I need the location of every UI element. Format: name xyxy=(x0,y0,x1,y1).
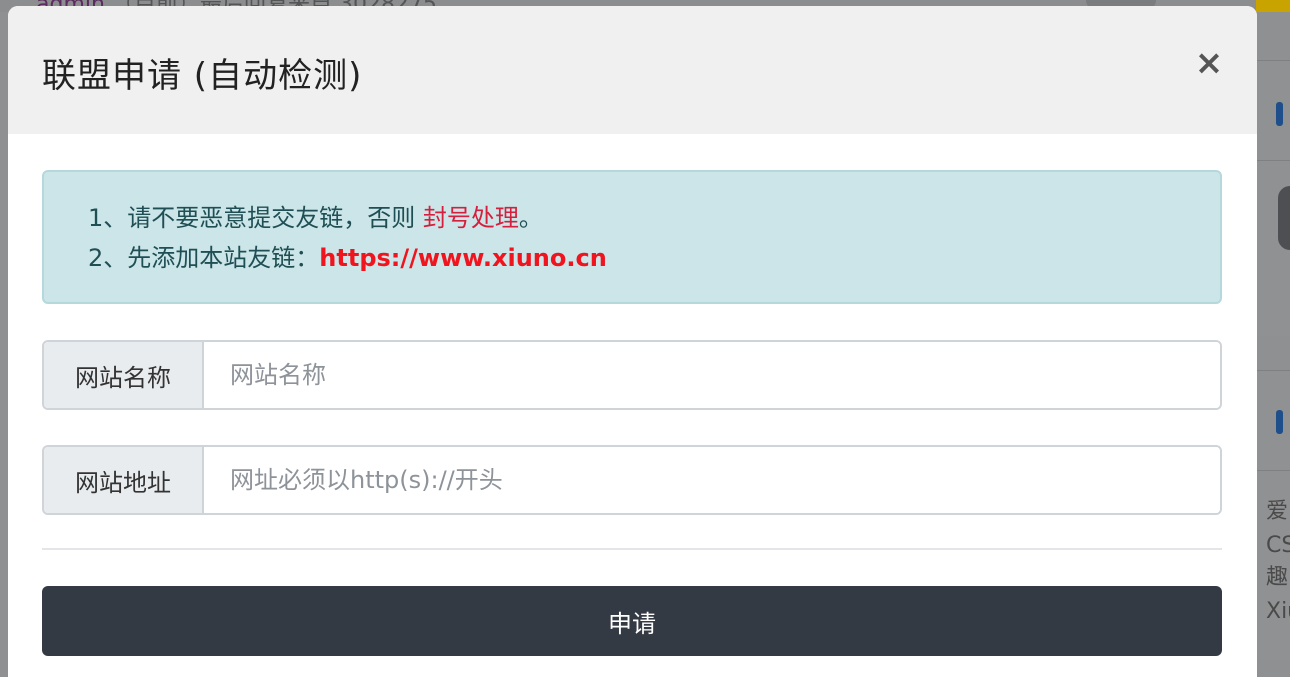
link-application-modal: 联盟申请 (自动检测) × 1、请不要恶意提交友链，否则 封号处理。 2、先添加… xyxy=(8,6,1257,677)
background-blue-marker xyxy=(1276,410,1283,434)
site-url-label: 网站地址 xyxy=(44,447,204,513)
alert-ban-warning: 封号处理 xyxy=(422,204,519,232)
site-url-group: 网站地址 xyxy=(42,445,1222,515)
background-avatar xyxy=(1278,186,1290,250)
form-divider xyxy=(42,548,1222,550)
alert-line-1: 1、请不要恶意提交友链，否则 封号处理。 xyxy=(88,198,1220,238)
background-blue-marker xyxy=(1276,102,1283,126)
alert-line-2: 2、先添加本站友链：https://www.xiuno.cn xyxy=(88,238,1220,278)
info-alert: 1、请不要恶意提交友链，否则 封号处理。 2、先添加本站友链：https://w… xyxy=(42,170,1222,304)
background-card xyxy=(1257,60,1290,160)
background-card xyxy=(1257,370,1290,470)
background-side-text: Xiu xyxy=(1266,599,1290,624)
site-link[interactable]: https://www.xiuno.cn xyxy=(319,244,607,272)
alert-line-1-suffix: 。 xyxy=(518,204,543,232)
modal-title: 联盟申请 (自动检测) xyxy=(42,56,363,96)
close-icon: × xyxy=(1194,43,1224,83)
alert-line-2-prefix: 2、先添加本站友链： xyxy=(88,244,320,272)
background-yellow-button xyxy=(1256,0,1290,12)
alert-line-1-prefix: 1、请不要恶意提交友链，否则 xyxy=(88,204,423,232)
background-side-text: CS xyxy=(1266,533,1290,558)
background-side-text: 爱 xyxy=(1266,499,1289,524)
apply-button[interactable]: 申请 xyxy=(42,586,1222,656)
modal-header: 联盟申请 (自动检测) × xyxy=(8,6,1257,134)
site-name-label: 网站名称 xyxy=(44,342,204,408)
site-url-input[interactable] xyxy=(204,447,1220,513)
close-button[interactable]: × xyxy=(1192,46,1226,80)
background-side-text: 趣 xyxy=(1266,565,1289,590)
site-name-group: 网站名称 xyxy=(42,340,1222,410)
site-name-input[interactable] xyxy=(204,342,1220,408)
